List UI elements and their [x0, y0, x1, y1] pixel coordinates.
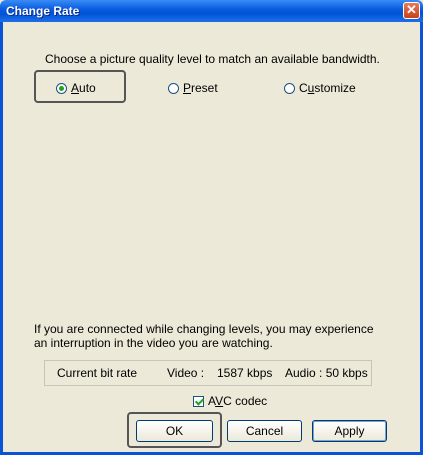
dialog-title: Change Rate: [6, 4, 80, 18]
avc-mnemonic: V: [215, 394, 224, 408]
close-icon[interactable]: ✕: [403, 2, 420, 19]
bitrate-label: Current bit rate: [57, 366, 138, 380]
radio-unselected-icon[interactable]: [168, 82, 179, 94]
interruption-note: If you are connected while changing leve…: [34, 322, 374, 350]
radio-preset-label: reset: [191, 81, 218, 95]
video-bitrate-value: 1587 kbps: [217, 366, 273, 380]
radio-preset-mnemonic: P: [183, 81, 192, 95]
bitrate-panel: Current bit rate Video : 1587 kbps Audio…: [44, 360, 372, 386]
avc-label: C codec: [223, 394, 268, 408]
apply-button[interactable]: Apply: [312, 420, 387, 442]
change-rate-dialog: Change Rate ✕ Choose a picture quality l…: [0, 0, 423, 455]
radio-auto-label: uto: [79, 81, 96, 95]
radio-preset[interactable]: Preset: [168, 81, 218, 95]
radio-selected-icon[interactable]: [56, 82, 67, 94]
audio-bitrate: Audio : 50 kbps: [285, 366, 368, 380]
note-line-2: an interruption in the video you are wat…: [34, 336, 273, 350]
checkbox-checked-icon[interactable]: [193, 395, 204, 407]
video-label: Video :: [167, 366, 205, 380]
radio-auto[interactable]: Auto: [56, 81, 96, 95]
radio-customize-prefix: C: [299, 81, 308, 95]
ok-button[interactable]: OK: [136, 420, 213, 442]
radio-unselected-icon[interactable]: [284, 82, 295, 94]
window-frame-left: [0, 22, 3, 455]
radio-customize-label: stomize: [314, 81, 356, 95]
intro-text: Choose a picture quality level to match …: [45, 52, 380, 66]
radio-customize[interactable]: Customize: [284, 81, 356, 95]
avc-codec-checkbox[interactable]: AVC codec: [193, 394, 267, 408]
title-bar[interactable]: Change Rate ✕: [0, 0, 423, 22]
radio-auto-mnemonic: A: [71, 81, 80, 95]
cancel-button[interactable]: Cancel: [227, 420, 302, 442]
note-line-1: If you are connected while changing leve…: [34, 322, 374, 336]
